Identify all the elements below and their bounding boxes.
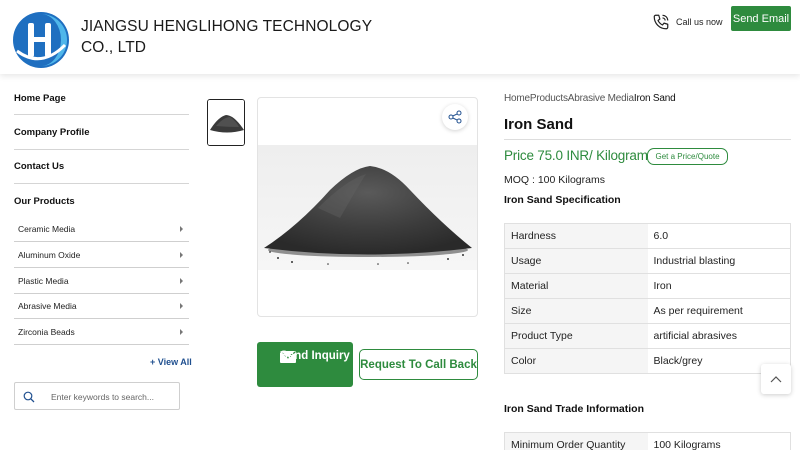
spec-key: Material bbox=[504, 273, 648, 299]
spec-key: Color bbox=[504, 348, 648, 374]
scroll-to-top-button[interactable] bbox=[761, 364, 791, 394]
sidebar-item-label: Ceramic Media bbox=[18, 224, 76, 234]
product-price: Price 75.0 INR/ Kilograms bbox=[504, 148, 655, 163]
send-email-button[interactable]: Send Email bbox=[731, 6, 791, 31]
spec-key: Usage bbox=[504, 248, 648, 274]
page-title: Iron Sand bbox=[504, 116, 574, 133]
table-row: Minimum Order Quantity 100 Kilograms bbox=[504, 432, 791, 450]
breadcrumb-home[interactable]: Home bbox=[504, 93, 530, 104]
chevron-right-icon bbox=[180, 252, 183, 258]
iron-sand-thumbnail-image bbox=[208, 100, 244, 145]
sidebar-item-aluminum-oxide[interactable]: Aluminum Oxide bbox=[14, 243, 189, 268]
spec-value: artificial abrasives bbox=[647, 323, 791, 349]
specification-table: Hardness 6.0 Usage Industrial blasting Mat… bbox=[504, 223, 791, 374]
sidebar-divider bbox=[14, 149, 189, 150]
breadcrumb: HomeProductsAbrasive MediaIron Sand bbox=[504, 93, 676, 104]
sidebar-item-label: Plastic Media bbox=[18, 276, 69, 286]
breadcrumb-current: Iron Sand bbox=[633, 93, 676, 104]
table-row: Size As per requirement bbox=[504, 298, 791, 324]
search-box bbox=[14, 382, 180, 410]
sidebar-divider bbox=[14, 183, 189, 184]
trade-value: 100 Kilograms bbox=[647, 432, 791, 450]
spec-value: Iron bbox=[647, 273, 791, 299]
send-inquiry-label: Send Inquiry bbox=[280, 350, 350, 362]
breadcrumb-products[interactable]: Products bbox=[530, 93, 568, 104]
trade-key: Minimum Order Quantity bbox=[504, 432, 648, 450]
table-row: Product Type artificial abrasives bbox=[504, 323, 791, 349]
product-thumbnail[interactable] bbox=[207, 99, 245, 146]
trade-information-table: Minimum Order Quantity 100 Kilograms bbox=[504, 432, 791, 450]
iron-sand-photo bbox=[258, 145, 477, 270]
sidebar-divider bbox=[14, 114, 189, 115]
spec-value: As per requirement bbox=[647, 298, 791, 324]
specification-heading: Iron Sand Specification bbox=[504, 194, 621, 206]
sidebar-products-heading[interactable]: Our Products bbox=[14, 196, 189, 207]
chevron-right-icon bbox=[180, 329, 183, 335]
send-inquiry-button[interactable]: Send Inquiry bbox=[257, 342, 353, 387]
sidebar-home-link[interactable]: Home Page bbox=[14, 93, 189, 104]
spec-key: Product Type bbox=[504, 323, 648, 349]
phone-icon bbox=[653, 14, 669, 30]
spec-value: 6.0 bbox=[647, 223, 791, 249]
get-quote-button[interactable]: Get a Price/Quote bbox=[647, 148, 728, 165]
site-header: JIANGSU HENGLIHONG TECHNOLOGY CO., LTD C… bbox=[0, 0, 800, 74]
share-button[interactable] bbox=[442, 104, 468, 130]
chevron-right-icon bbox=[180, 278, 183, 284]
search-icon[interactable] bbox=[23, 391, 35, 403]
table-row: Material Iron bbox=[504, 273, 791, 299]
chevron-up-icon bbox=[770, 376, 782, 383]
sidebar-item-ceramic-media[interactable]: Ceramic Media bbox=[14, 217, 189, 242]
sidebar-item-zirconia-beads[interactable]: Zirconia Beads bbox=[14, 320, 189, 345]
spec-key: Size bbox=[504, 298, 648, 324]
request-call-back-button[interactable]: Request To Call Back bbox=[359, 349, 478, 380]
trade-information-heading: Iron Sand Trade Information bbox=[504, 403, 645, 415]
sidebar-contact-link[interactable]: Contact Us bbox=[14, 161, 189, 172]
view-all-link[interactable]: + View All bbox=[150, 357, 192, 367]
company-name[interactable]: JIANGSU HENGLIHONG TECHNOLOGY CO., LTD bbox=[81, 16, 381, 58]
company-logo[interactable] bbox=[12, 11, 70, 69]
call-us-link[interactable]: Call us now bbox=[652, 13, 723, 31]
spec-key: Hardness bbox=[504, 223, 648, 249]
search-input[interactable] bbox=[51, 389, 175, 405]
title-divider bbox=[504, 139, 791, 140]
table-row: Color Black/grey bbox=[504, 348, 791, 374]
chevron-right-icon bbox=[180, 303, 183, 309]
share-icon bbox=[448, 110, 462, 124]
sidebar-company-profile-link[interactable]: Company Profile bbox=[14, 127, 189, 138]
chevron-right-icon bbox=[180, 226, 183, 232]
spec-value: Industrial blasting bbox=[647, 248, 791, 274]
sidebar-item-label: Zirconia Beads bbox=[18, 327, 75, 337]
table-row: Hardness 6.0 bbox=[504, 223, 791, 249]
sidebar-item-abrasive-media[interactable]: Abrasive Media bbox=[14, 294, 189, 319]
sidebar-item-plastic-media[interactable]: Plastic Media bbox=[14, 269, 189, 294]
call-us-label: Call us now bbox=[676, 17, 723, 27]
minimum-order-quantity: MOQ : 100 Kilograms bbox=[504, 174, 605, 186]
breadcrumb-abrasive-media[interactable]: Abrasive Media bbox=[568, 93, 634, 104]
table-row: Usage Industrial blasting bbox=[504, 248, 791, 274]
sidebar-item-label: Abrasive Media bbox=[18, 301, 77, 311]
sidebar-item-label: Aluminum Oxide bbox=[18, 250, 81, 260]
product-main-image[interactable] bbox=[257, 97, 478, 317]
